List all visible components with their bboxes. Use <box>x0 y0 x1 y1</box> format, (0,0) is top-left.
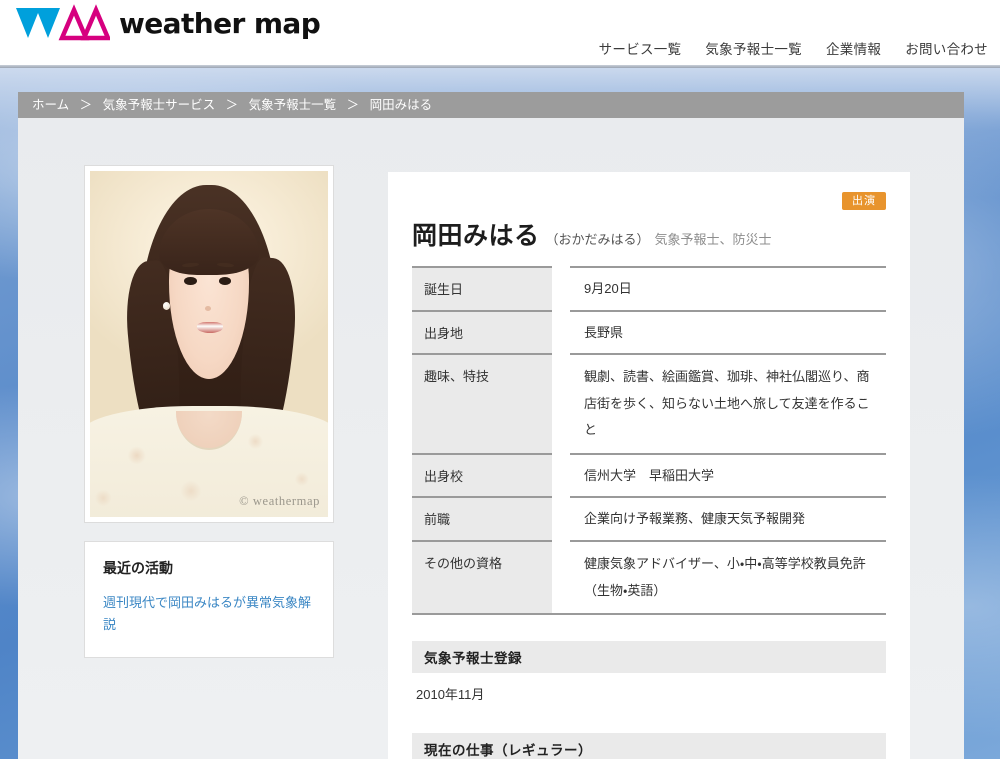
left-column: © weathermap 最近の活動 週刊現代で岡田みはるが異常気象解説 <box>84 165 334 658</box>
profile-value-other-qualifications: 健康気象アドバイザー、小・中・高等学校教員免許（生物・英語） <box>570 541 886 614</box>
table-row: 前職 企業向け予報業務、健康天気予報開発 <box>412 497 886 541</box>
portrait-eye-right <box>219 277 232 285</box>
portrait-frame: © weathermap <box>84 165 334 523</box>
section-current-work-heading: 現在の仕事（レギュラー） <box>412 733 886 759</box>
badge-row: 出演 <box>412 192 886 210</box>
profile-value-hobbies: 観劇、読書、絵画鑑賞、珈琲、神社仏閣巡り、商店街を歩く、知らない土地へ旅して友達… <box>570 354 886 454</box>
profile-value-previous-job: 企業向け予報業務、健康天気予報開発 <box>570 497 886 541</box>
profile-label-school: 出身校 <box>412 454 552 498</box>
table-row: 出身地 長野県 <box>412 311 886 355</box>
breadcrumb-separator: ＞ <box>80 98 93 112</box>
breadcrumb: ホーム ＞ 気象予報士サービス ＞ 気象予報士一覧 ＞ 岡田みはる <box>18 92 964 118</box>
table-gap <box>552 454 570 498</box>
table-row: 出身校 信州大学 早稲田大学 <box>412 454 886 498</box>
portrait-nose <box>205 306 211 311</box>
portrait-watermark: © weathermap <box>239 494 320 509</box>
profile-label-hobbies: 趣味、特技 <box>412 354 552 454</box>
section-registration-body: 2010年11月 <box>412 673 886 707</box>
content-area: © weathermap 最近の活動 週刊現代で岡田みはるが異常気象解説 出演 … <box>18 118 964 759</box>
portrait-mouth <box>197 322 223 333</box>
site-logo-text: weather map <box>119 7 320 40</box>
breadcrumb-item-current: 岡田みはる <box>370 98 433 112</box>
profile-name-block: 岡田みはる （おかだみはる） 気象予報士、防災士 <box>412 216 886 266</box>
table-gap <box>552 267 570 311</box>
page-title: 岡田みはる <box>412 216 540 252</box>
table-row: 誕生日 9月20日 <box>412 267 886 311</box>
table-row: その他の資格 健康気象アドバイザー、小・中・高等学校教員免許（生物・英語） <box>412 541 886 614</box>
portrait-eye-left <box>184 277 197 285</box>
portrait-photo: © weathermap <box>90 171 328 517</box>
breadcrumb-item-forecaster-service[interactable]: 気象予報士サービス <box>103 98 216 112</box>
table-row: 趣味、特技 観劇、読書、絵画鑑賞、珈琲、神社仏閣巡り、商店街を歩く、知らない土地… <box>412 354 886 454</box>
nav-forecaster-list[interactable]: 気象予報士一覧 <box>705 38 802 58</box>
breadcrumb-separator: ＞ <box>347 98 360 112</box>
main-navigation: サービス一覧 気象予報士一覧 企業情報 お問い合わせ <box>599 38 988 58</box>
nav-service-list[interactable]: サービス一覧 <box>599 38 682 58</box>
profile-value-school: 信州大学 早稲田大学 <box>570 454 886 498</box>
nav-company-info[interactable]: 企業情報 <box>826 38 881 58</box>
section-registration: 気象予報士登録 2010年11月 <box>412 641 886 707</box>
profile-value-birthday: 9月20日 <box>570 267 886 311</box>
site-logo[interactable]: weather map <box>14 2 320 44</box>
table-gap <box>552 354 570 454</box>
table-gap <box>552 541 570 614</box>
table-gap <box>552 311 570 355</box>
profile-label-birthplace: 出身地 <box>412 311 552 355</box>
recent-activity-box: 最近の活動 週刊現代で岡田みはるが異常気象解説 <box>84 541 334 658</box>
profile-value-birthplace: 長野県 <box>570 311 886 355</box>
profile-label-other-qualifications: その他の資格 <box>412 541 552 614</box>
registration-date: 2010年11月 <box>416 683 884 707</box>
breadcrumb-separator: ＞ <box>226 98 239 112</box>
section-registration-heading: 気象予報士登録 <box>412 641 886 673</box>
profile-label-birthday: 誕生日 <box>412 267 552 311</box>
profile-qualification-titles: 気象予報士、防災士 <box>655 229 772 248</box>
site-header: weather map サービス一覧 気象予報士一覧 企業情報 お問い合わせ <box>0 0 1000 68</box>
table-gap <box>552 497 570 541</box>
status-badge: 出演 <box>842 192 886 210</box>
nav-contact[interactable]: お問い合わせ <box>905 38 988 58</box>
breadcrumb-item-forecaster-list[interactable]: 気象予報士一覧 <box>249 98 337 112</box>
section-current-work: 現在の仕事（レギュラー） 【出演】 NHK山形「NHKニュースやまがた6時」 <box>412 733 886 759</box>
profile-table: 誕生日 9月20日 出身地 長野県 趣味、特技 観劇、読書、絵画鑑賞、珈琲、神社… <box>412 266 886 615</box>
weathermap-triangles-logo-icon <box>14 4 110 42</box>
profile-label-previous-job: 前職 <box>412 497 552 541</box>
recent-activity-title: 最近の活動 <box>103 558 315 578</box>
breadcrumb-item-home[interactable]: ホーム <box>32 98 69 112</box>
recent-activity-link[interactable]: 週刊現代で岡田みはるが異常気象解説 <box>103 592 315 637</box>
profile-card: 出演 岡田みはる （おかだみはる） 気象予報士、防災士 誕生日 9月20日 出身… <box>388 172 910 759</box>
profile-name-kana: （おかだみはる） <box>546 229 650 248</box>
